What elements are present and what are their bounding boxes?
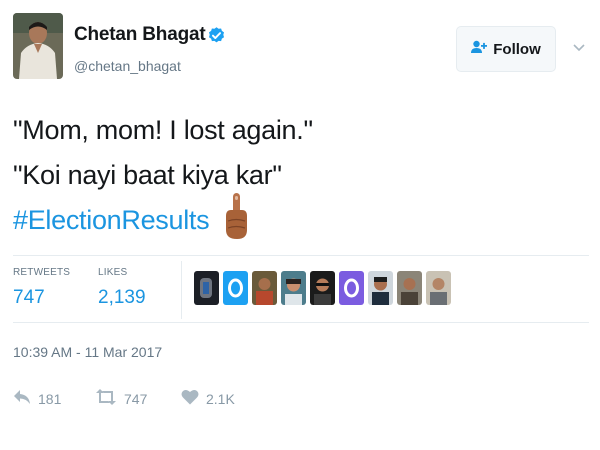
liker-avatar[interactable] xyxy=(252,271,277,305)
liker-avatar-default[interactable] xyxy=(339,271,364,305)
chevron-down-icon[interactable] xyxy=(572,40,586,52)
liker-avatar[interactable] xyxy=(194,271,219,305)
like-button[interactable]: 2.1K xyxy=(181,389,235,408)
verified-badge-icon xyxy=(207,26,226,45)
author-handle[interactable]: @chetan_bhagat xyxy=(74,58,181,74)
retweet-button[interactable]: 747 xyxy=(95,389,147,408)
liker-avatar-default[interactable] xyxy=(223,271,248,305)
retweet-icon xyxy=(95,389,117,408)
retweets-count[interactable]: 747 xyxy=(13,287,45,309)
heart-icon xyxy=(181,389,199,408)
reply-icon xyxy=(13,389,31,408)
follow-button-label: Follow xyxy=(493,40,541,58)
liked-by-avatars xyxy=(194,271,451,305)
liker-avatar[interactable] xyxy=(426,271,451,305)
tweet-text-line-1: "Mom, mom! I lost again." xyxy=(13,115,313,145)
reply-button[interactable]: 181 xyxy=(13,389,61,408)
reply-count: 181 xyxy=(38,390,62,407)
stats-separator xyxy=(181,261,182,319)
author-avatar[interactable] xyxy=(13,13,63,79)
likes-label: LIKES xyxy=(98,267,128,278)
like-count: 2.1K xyxy=(206,390,235,407)
follow-button[interactable]: Follow xyxy=(456,26,556,72)
hashtag-link[interactable]: #ElectionResults xyxy=(13,203,210,237)
author-name[interactable]: Chetan Bhagat xyxy=(74,24,206,46)
middle-finger-emoji-icon xyxy=(222,190,250,242)
likes-count[interactable]: 2,139 xyxy=(98,287,146,309)
add-user-icon xyxy=(471,40,488,58)
retweet-count: 747 xyxy=(124,390,148,407)
divider-top xyxy=(13,255,589,256)
tweet-text-line-2: "Koi nayi baat kiya kar" xyxy=(13,160,282,190)
liker-avatar[interactable] xyxy=(397,271,422,305)
liker-avatar[interactable] xyxy=(368,271,393,305)
retweets-label: RETWEETS xyxy=(13,267,71,278)
liker-avatar[interactable] xyxy=(310,271,335,305)
liker-avatar[interactable] xyxy=(281,271,306,305)
tweet-timestamp[interactable]: 10:39 AM - 11 Mar 2017 xyxy=(13,344,162,360)
divider-bottom xyxy=(13,322,589,323)
